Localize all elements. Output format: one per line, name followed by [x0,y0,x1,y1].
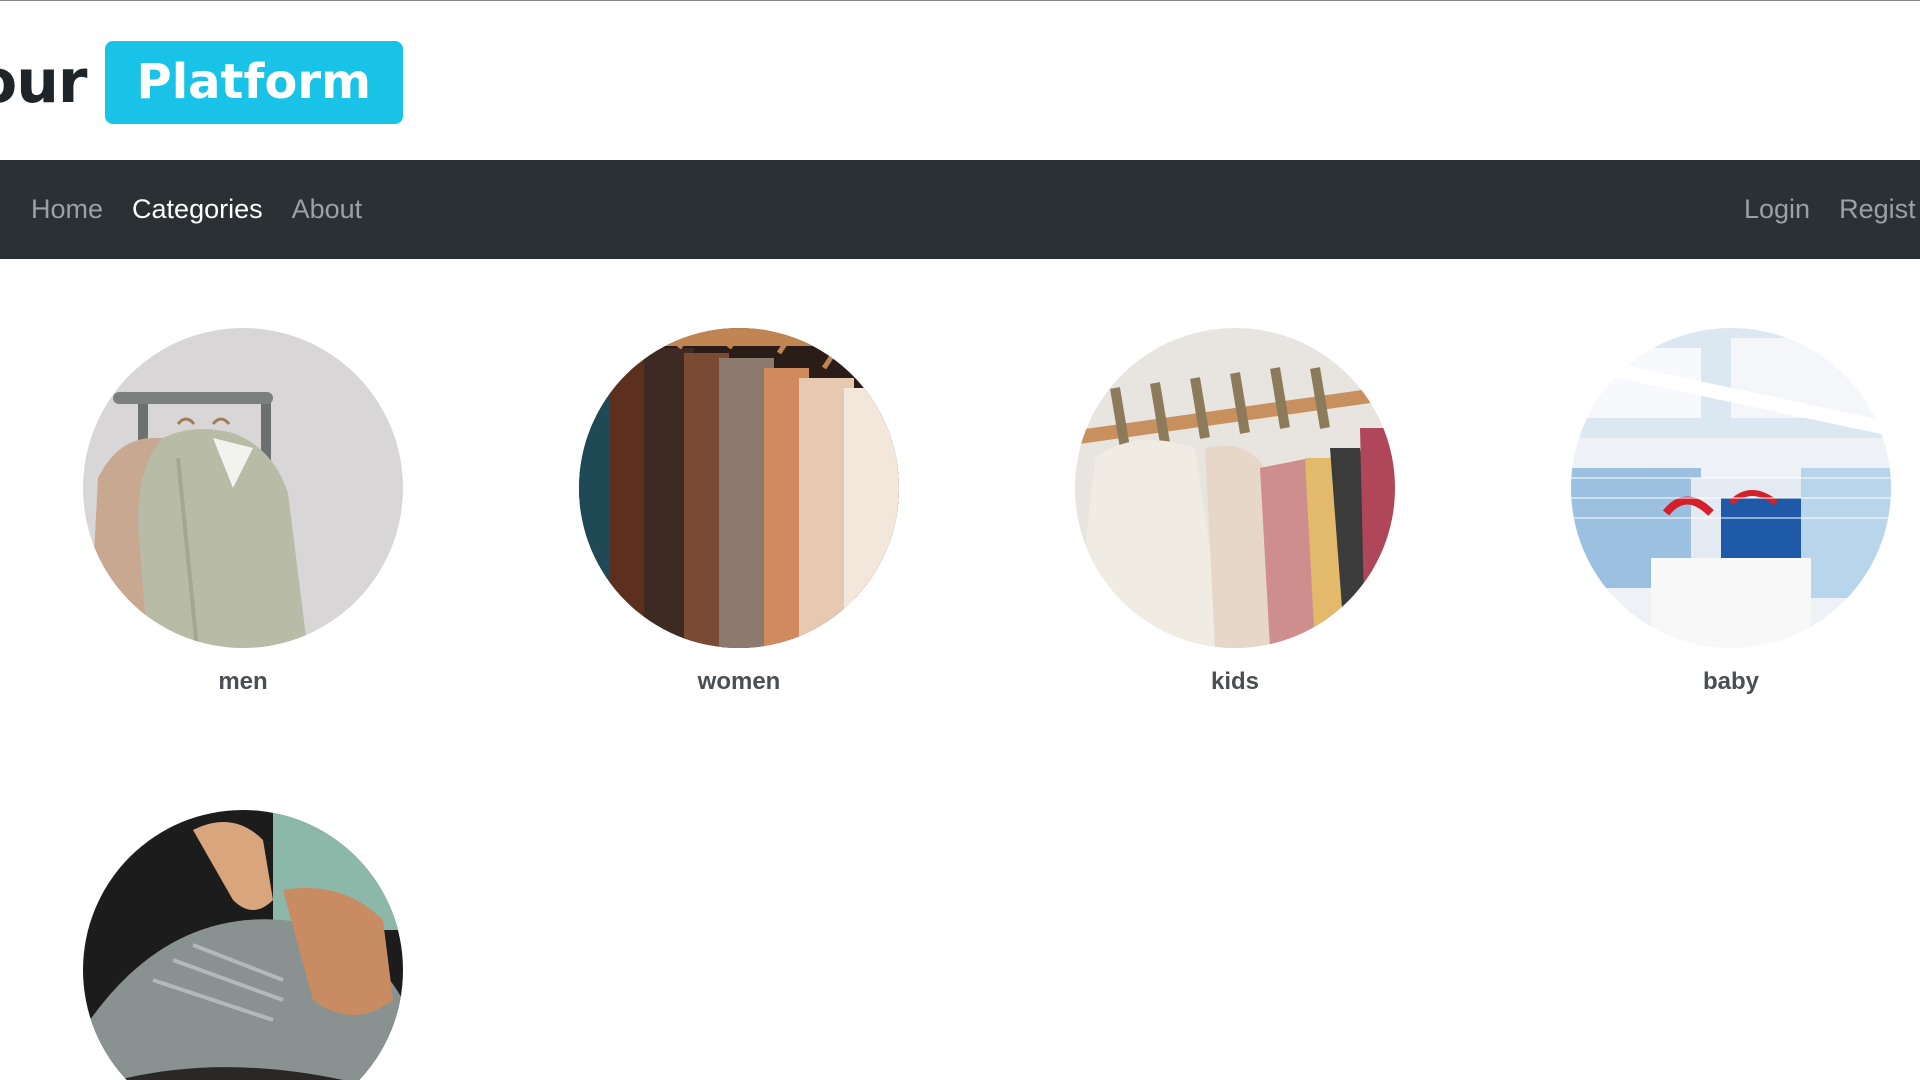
nav-categories-link[interactable]: Categories [132,194,263,225]
category-label-kids[interactable]: kids [1075,668,1395,696]
brand-logo[interactable]: our Platform [0,39,404,125]
category-card-men[interactable]: men [83,328,403,696]
category-image-women[interactable] [579,328,899,648]
category-card-shoes[interactable] [83,810,403,1080]
nav-right-group: Login Regist [1744,160,1920,259]
nav-login-link[interactable]: Login [1744,194,1810,225]
category-label-women[interactable]: women [579,668,899,696]
nav-home-link[interactable]: Home [31,194,103,225]
category-label-baby[interactable]: baby [1571,668,1891,696]
category-card-kids[interactable]: kids [1075,328,1395,696]
category-image-baby[interactable] [1571,328,1891,648]
category-image-men[interactable] [83,328,403,648]
nav-about-link[interactable]: About [292,194,363,225]
nav-left-group: Home Categories About [0,160,391,259]
brand-badge: Platform [104,40,404,124]
nav-register-link[interactable]: Regist [1839,194,1916,225]
main-navbar: Home Categories About Login Regist [0,160,1920,259]
category-image-kids[interactable] [1075,328,1395,648]
category-card-baby[interactable]: baby [1571,328,1891,696]
brand-text: our [0,47,88,117]
category-card-women[interactable]: women [579,328,899,696]
category-label-men[interactable]: men [83,668,403,696]
page: our Platform Home Categories About Login… [0,0,1920,1080]
category-image-shoes[interactable] [83,810,403,1080]
